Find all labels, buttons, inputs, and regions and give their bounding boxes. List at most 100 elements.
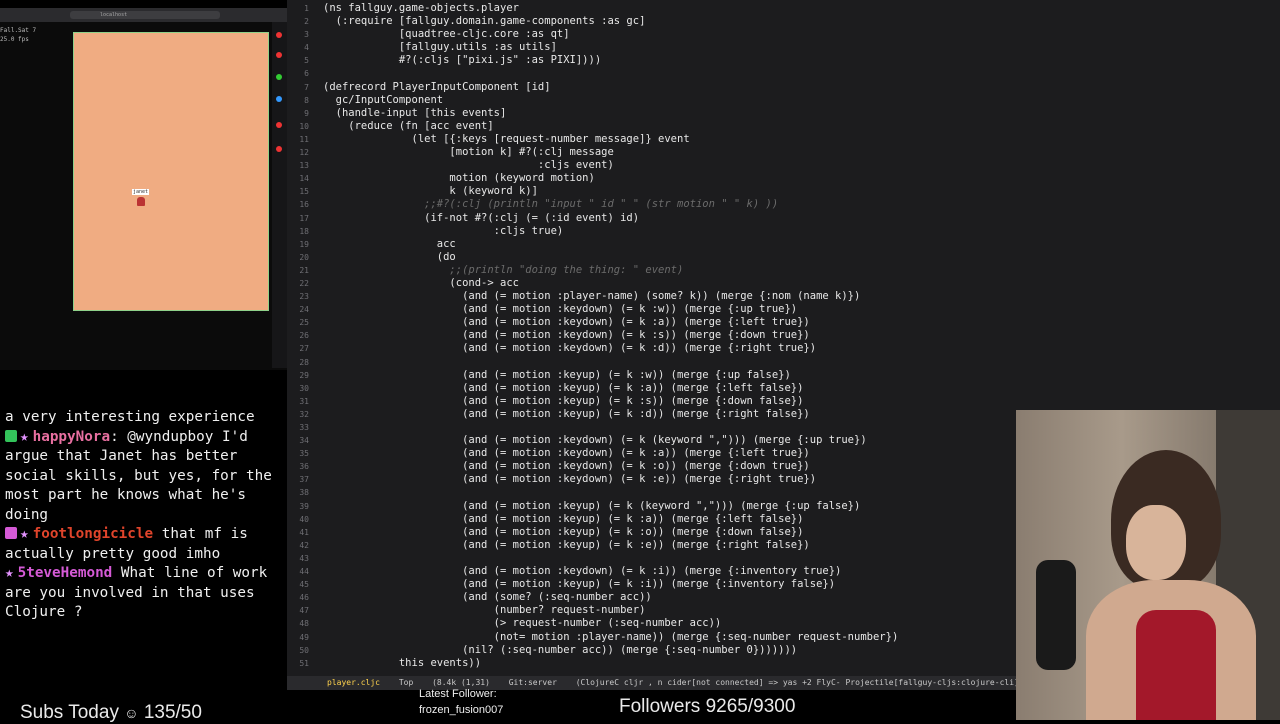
line-source[interactable]: [fallguy.utils :as utils]	[323, 41, 557, 53]
code-line[interactable]: 42 (and (= motion :keyup) (= k :e)) (mer…	[287, 539, 898, 552]
code-line[interactable]: 47 (number? request-number)	[287, 604, 898, 617]
code-line[interactable]: 33	[287, 421, 898, 434]
line-source[interactable]: :cljs true)	[323, 225, 564, 237]
code-line[interactable]: 28	[287, 356, 898, 369]
line-source[interactable]: (and (= motion :keydown) (= k :d)) (merg…	[323, 342, 816, 354]
code-line[interactable]: 26 (and (= motion :keydown) (= k :s)) (m…	[287, 329, 898, 342]
line-source[interactable]: ;;#?(:clj (println "input " id " " (str …	[323, 198, 778, 210]
code-line[interactable]: 34 (and (= motion :keydown) (= k (keywor…	[287, 434, 898, 447]
line-source[interactable]: (ns fallguy.game-objects.player	[323, 2, 519, 14]
line-source[interactable]: (and (= motion :keydown) (= k :w)) (merg…	[323, 303, 797, 315]
red-dot-icon[interactable]	[276, 122, 282, 128]
code-line[interactable]: 12 [motion k] #?(:clj message	[287, 146, 898, 159]
line-source[interactable]: (if-not #?(:clj (= (:id event) id)	[323, 212, 639, 224]
code-line[interactable]: 5 #?(:cljs ["pixi.js" :as PIXI])))	[287, 54, 898, 67]
code-line[interactable]: 24 (and (= motion :keydown) (= k :w)) (m…	[287, 303, 898, 316]
line-source[interactable]: (and (= motion :keyup) (= k :d)) (merge …	[323, 408, 810, 420]
line-source[interactable]: (and (= motion :keyup) (= k :e)) (merge …	[323, 539, 810, 551]
code-line[interactable]: 32 (and (= motion :keyup) (= k :d)) (mer…	[287, 408, 898, 421]
line-source[interactable]: ;;(println "doing the thing: " event)	[323, 264, 683, 276]
code-line[interactable]: 11 (let [{:keys [request-number message]…	[287, 133, 898, 146]
code-line[interactable]: 16 ;;#?(:clj (println "input " id " " (s…	[287, 198, 898, 211]
line-source[interactable]: (cond-> acc	[323, 277, 519, 289]
code-line[interactable]: 45 (and (= motion :keyup) (= k :i)) (mer…	[287, 578, 898, 591]
line-source[interactable]: (and (= motion :keydown) (= k :o)) (merg…	[323, 460, 810, 472]
line-source[interactable]: (and (= motion :keyup) (= k :w)) (merge …	[323, 369, 791, 381]
code-line[interactable]: 35 (and (= motion :keydown) (= k :a)) (m…	[287, 447, 898, 460]
code-line[interactable]: 3 [quadtree-cljc.core :as qt]	[287, 28, 898, 41]
code-line[interactable]: 19 acc	[287, 238, 898, 251]
code-line[interactable]: 23 (and (= motion :player-name) (some? k…	[287, 290, 898, 303]
line-source[interactable]: (:require [fallguy.domain.game-component…	[323, 15, 646, 27]
browser-tab-bar[interactable]: localhost	[0, 8, 287, 22]
line-source[interactable]: [quadtree-cljc.core :as qt]	[323, 28, 570, 40]
line-source[interactable]: (do	[323, 251, 456, 263]
line-source[interactable]: (and (= motion :keyup) (= k :a)) (merge …	[323, 513, 803, 525]
chat-username[interactable]: 5teveHemond	[18, 565, 113, 581]
line-source[interactable]: (reduce (fn [acc event]	[323, 120, 493, 132]
blue-dot-icon[interactable]	[276, 96, 282, 102]
browser-url-bar[interactable]: localhost	[70, 11, 220, 19]
code-line[interactable]: 7 (defrecord PlayerInputComponent [id]	[287, 81, 898, 94]
line-source[interactable]: motion (keyword motion)	[323, 172, 594, 184]
code-line[interactable]: 48 (> request-number (:seq-number acc))	[287, 617, 898, 630]
red-dot-icon[interactable]	[276, 32, 282, 38]
code-line[interactable]: 29 (and (= motion :keyup) (= k :w)) (mer…	[287, 369, 898, 382]
code-line[interactable]: 17 (if-not #?(:clj (= (:id event) id)	[287, 212, 898, 225]
code-line[interactable]: 8 gc/InputComponent	[287, 94, 898, 107]
line-source[interactable]: (and (= motion :keydown) (= k :e)) (merg…	[323, 473, 816, 485]
chat-username[interactable]: footlongicicle	[33, 526, 154, 542]
code-line[interactable]: 25 (and (= motion :keydown) (= k :a)) (m…	[287, 316, 898, 329]
code-line[interactable]: 41 (and (= motion :keyup) (= k :o)) (mer…	[287, 526, 898, 539]
code-line[interactable]: 37 (and (= motion :keydown) (= k :e)) (m…	[287, 473, 898, 486]
line-source[interactable]: (and (= motion :keyup) (= k (keyword ","…	[323, 500, 860, 512]
line-source[interactable]: (and (= motion :keydown) (= k (keyword "…	[323, 434, 867, 446]
code-line[interactable]: 20 (do	[287, 251, 898, 264]
code-line[interactable]: 30 (and (= motion :keyup) (= k :a)) (mer…	[287, 382, 898, 395]
line-source[interactable]: (number? request-number)	[323, 604, 646, 616]
line-source[interactable]: (defrecord PlayerInputComponent [id]	[323, 81, 551, 93]
code-line[interactable]: 38	[287, 486, 898, 499]
line-source[interactable]: (and (= motion :keyup) (= k :o)) (merge …	[323, 526, 803, 538]
code-line[interactable]: 51 this events))	[287, 657, 898, 670]
code-line[interactable]: 4 [fallguy.utils :as utils]	[287, 41, 898, 54]
line-source[interactable]: (> request-number (:seq-number acc))	[323, 617, 722, 629]
line-source[interactable]: (nil? (:seq-number acc)) (merge {:seq-nu…	[323, 644, 797, 656]
chat-username[interactable]: happyNora	[33, 429, 110, 445]
green-dot-icon[interactable]	[276, 74, 282, 80]
code-line[interactable]: 22 (cond-> acc	[287, 277, 898, 290]
line-source[interactable]: (and (= motion :keyup) (= k :a)) (merge …	[323, 382, 803, 394]
code-line[interactable]: 39 (and (= motion :keyup) (= k (keyword …	[287, 500, 898, 513]
code-line[interactable]: 49 (not= motion :player-name)) (merge {:…	[287, 631, 898, 644]
code-line[interactable]: 40 (and (= motion :keyup) (= k :a)) (mer…	[287, 513, 898, 526]
code-lines[interactable]: 1 (ns fallguy.game-objects.player 2 (:requ…	[287, 2, 898, 670]
line-source[interactable]: (and (= motion :keydown) (= k :i)) (merg…	[323, 565, 841, 577]
code-line[interactable]: 13 :cljs event)	[287, 159, 898, 172]
game-canvas[interactable]: janet	[73, 32, 269, 311]
line-source[interactable]: (and (= motion :keydown) (= k :s)) (merg…	[323, 329, 810, 341]
code-line[interactable]: 14 motion (keyword motion)	[287, 172, 898, 185]
code-line[interactable]: 10 (reduce (fn [acc event]	[287, 120, 898, 133]
line-source[interactable]: acc	[323, 238, 456, 250]
line-source[interactable]: this events))	[323, 657, 481, 669]
code-line[interactable]: 15 k (keyword k)]	[287, 185, 898, 198]
line-source[interactable]: (and (= motion :keyup) (= k :i)) (merge …	[323, 578, 835, 590]
line-source[interactable]: #?(:cljs ["pixi.js" :as PIXI])))	[323, 54, 601, 66]
line-source[interactable]: (and (= motion :keydown) (= k :a)) (merg…	[323, 447, 810, 459]
line-source[interactable]: k (keyword k)]	[323, 185, 538, 197]
code-line[interactable]: 31 (and (= motion :keyup) (= k :s)) (mer…	[287, 395, 898, 408]
line-source[interactable]: (not= motion :player-name)) (merge {:seq…	[323, 631, 899, 643]
line-source[interactable]: (handle-input [this events]	[323, 107, 507, 119]
code-line[interactable]: 50 (nil? (:seq-number acc)) (merge {:seq…	[287, 644, 898, 657]
code-line[interactable]: 43	[287, 552, 898, 565]
code-line[interactable]: 1 (ns fallguy.game-objects.player	[287, 2, 898, 15]
code-line[interactable]: 21 ;;(println "doing the thing: " event)	[287, 264, 898, 277]
code-line[interactable]: 44 (and (= motion :keydown) (= k :i)) (m…	[287, 565, 898, 578]
code-line[interactable]: 46 (and (some? (:seq-number acc))	[287, 591, 898, 604]
code-line[interactable]: 36 (and (= motion :keydown) (= k :o)) (m…	[287, 460, 898, 473]
line-source[interactable]: (and (= motion :keydown) (= k :a)) (merg…	[323, 316, 810, 328]
line-source[interactable]: (and (some? (:seq-number acc))	[323, 591, 652, 603]
line-source[interactable]: (and (= motion :player-name) (some? k)) …	[323, 290, 860, 302]
line-source[interactable]: [motion k] #?(:clj message	[323, 146, 613, 158]
code-line[interactable]: 18 :cljs true)	[287, 225, 898, 238]
